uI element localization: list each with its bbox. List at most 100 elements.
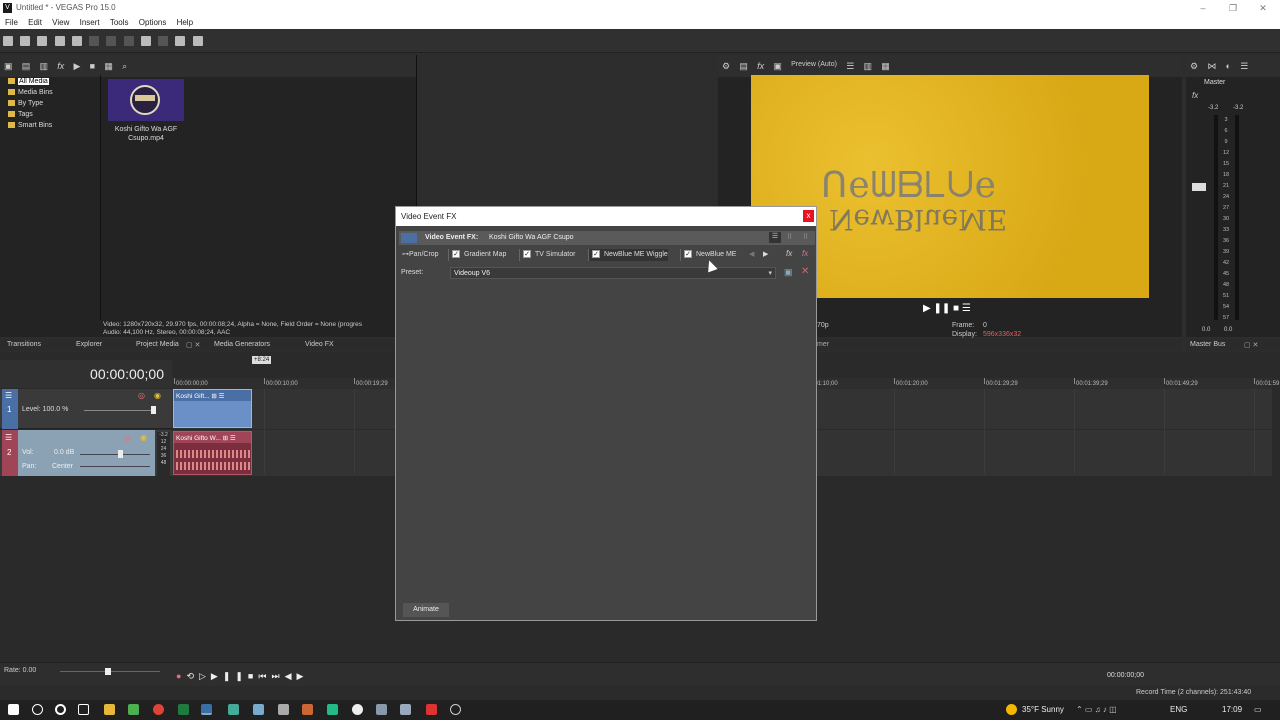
vol-slider[interactable] [80, 454, 150, 455]
fx-tab-tv-simulator[interactable]: ✓ TV Simulator [519, 249, 575, 261]
split-screen-icon[interactable]: ▣ [773, 61, 782, 72]
copy-snapshot-icon[interactable]: ▥ [864, 61, 873, 72]
preset-dropdown[interactable]: Videoup V6 ▾ [450, 267, 776, 279]
task-view-icon[interactable] [78, 704, 89, 715]
cut-icon[interactable] [89, 36, 100, 46]
play-media-icon[interactable]: ▶ [74, 61, 81, 72]
preview-stop-icon[interactable]: ■ [953, 303, 959, 314]
app-icon-9[interactable] [400, 704, 411, 715]
fx-tab-newblue-me[interactable]: ✓ NewBlue ME [680, 249, 736, 261]
undo-icon[interactable] [140, 36, 151, 46]
search-media-icon[interactable]: ⌕ [122, 61, 127, 72]
new-project-icon[interactable] [3, 36, 13, 46]
go-to-end-icon[interactable]: ⏭ [271, 671, 284, 681]
master-fx-icon[interactable]: fx [1192, 91, 1198, 100]
menu-tools[interactable]: Tools [110, 16, 129, 29]
remove-media-icon[interactable]: ▥ [40, 61, 49, 72]
app-icon-3[interactable] [253, 704, 264, 715]
video-event-clip[interactable]: Koshi Gift... ⊞ ☰ [173, 389, 252, 428]
menu-file[interactable]: File [5, 16, 18, 29]
tab-media-generators[interactable]: Media Generators [214, 341, 270, 348]
loop-icon[interactable]: ⟲ [186, 671, 199, 681]
audio-track-menu-icon[interactable]: ☰ [5, 433, 12, 442]
paste-icon[interactable] [123, 36, 134, 46]
chrome-icon[interactable] [153, 704, 164, 715]
properties-gear-icon[interactable] [71, 36, 82, 46]
app-icon-10[interactable] [426, 704, 437, 715]
windows-start-icon[interactable] [8, 704, 19, 715]
level-slider-handle[interactable] [151, 406, 156, 414]
audio-track-solo-icon[interactable]: ◉ [140, 433, 147, 442]
stop-media-icon[interactable]: ■ [90, 61, 95, 71]
vegas-taskbar-icon[interactable] [201, 704, 212, 715]
app-icon-7[interactable] [352, 704, 363, 715]
tab-project-media[interactable]: Project Media [136, 341, 179, 348]
tree-item-tags[interactable]: Tags [8, 109, 98, 120]
import-media-icon[interactable]: ▣ [4, 61, 13, 72]
track-fx-icon[interactable]: ◎ [138, 391, 145, 400]
record-icon[interactable]: ● [176, 671, 186, 681]
stop-icon[interactable]: ■ [248, 671, 258, 681]
track-solo-icon[interactable]: ◉ [154, 391, 161, 400]
app-icon-2[interactable] [228, 704, 239, 715]
tab-master-bus[interactable]: Master Bus [1190, 341, 1225, 348]
master-menu-icon[interactable]: ☰ [1240, 61, 1248, 72]
tab-close-icon[interactable]: ▢ ✕ [1244, 341, 1258, 349]
weather-text[interactable]: 35°F Sunny [1022, 705, 1064, 714]
preview-play-icon[interactable]: ▶ [923, 303, 931, 314]
master-fader-handle[interactable] [1192, 183, 1206, 191]
newblue-me-checkbox[interactable]: ✓ [684, 250, 692, 259]
fx-tab-gradient-map[interactable]: ✓ Gradient Map [448, 249, 506, 261]
play-from-start-icon[interactable]: ▷ [199, 671, 211, 681]
close-window-button[interactable]: ✕ [1256, 2, 1270, 14]
tree-item-media-bins[interactable]: Media Bins [8, 87, 98, 98]
overlays-icon[interactable]: ☰ [846, 61, 854, 72]
newblue-wiggle-checkbox[interactable]: ✓ [592, 250, 600, 259]
video-track-menu-icon[interactable]: ☰ [5, 391, 12, 400]
tree-item-smart-bins[interactable]: Smart Bins [8, 120, 98, 131]
save-snapshot-icon[interactable]: ▦ [881, 61, 890, 72]
tree-item-by-type[interactable]: By Type [8, 98, 98, 109]
tab-trimmer-fragment[interactable]: mer [817, 341, 829, 348]
animate-button[interactable]: Animate [403, 603, 449, 617]
fx-grid-icon[interactable]: ⠿ [787, 233, 792, 241]
preview-fx-icon[interactable]: fx [757, 61, 764, 71]
tv-simulator-checkbox[interactable]: ✓ [523, 250, 531, 259]
preview-quality-dropdown[interactable]: Preview (Auto) [791, 61, 837, 68]
open-icon[interactable] [20, 36, 31, 46]
remove-plugin-icon[interactable]: fx [802, 249, 808, 258]
app-icon-4[interactable] [278, 704, 289, 715]
dialog-close-button[interactable]: x [803, 210, 814, 222]
rate-slider-handle[interactable] [105, 668, 111, 675]
tab-explorer[interactable]: Explorer [76, 341, 102, 348]
tab-transitions[interactable]: Transitions [7, 341, 41, 348]
pan-slider[interactable] [80, 466, 150, 467]
go-to-start-icon[interactable]: ⏮ [258, 671, 271, 681]
dim-icon[interactable]: ◐ [1226, 61, 1231, 71]
tab-scroll-left-icon[interactable]: ◀ [749, 250, 754, 258]
media-fx-icon[interactable]: fx [57, 61, 64, 71]
capture-icon[interactable]: ▤ [22, 61, 31, 72]
tab-scroll-right-icon[interactable]: ▶ [763, 250, 768, 258]
timeline-timecode[interactable]: 00:00:00;00 [90, 366, 164, 382]
language-indicator[interactable]: ENG [1170, 705, 1187, 714]
app-icon-8[interactable] [376, 704, 387, 715]
audio-track-fx-icon[interactable]: ◎ [124, 433, 131, 442]
views-icon[interactable]: ▦ [104, 61, 113, 72]
level-slider[interactable] [84, 410, 156, 411]
menu-view[interactable]: View [52, 16, 69, 29]
pause-icon[interactable]: ❚❚ [223, 671, 248, 681]
downmix-icon[interactable]: ⋈ [1207, 61, 1216, 72]
restore-button[interactable]: ❐ [1226, 2, 1240, 14]
tree-item-all-media[interactable]: All Media [8, 76, 98, 87]
tray-icons[interactable]: ⌃ ▭ ♫ ♪ ◫ [1076, 705, 1117, 714]
fx-grid2-icon[interactable]: ⠿ [803, 233, 808, 241]
app-icon-11[interactable] [450, 704, 461, 715]
preview-menu-icon[interactable]: ☰ [962, 303, 971, 314]
fx-tab-pan-crop[interactable]: ⊶Pan/Crop [399, 249, 439, 261]
clock[interactable]: 17:09 [1222, 705, 1242, 714]
app-icon-6[interactable] [327, 704, 338, 715]
tab-video-fx[interactable]: Video FX [305, 341, 334, 348]
menu-options[interactable]: Options [139, 16, 167, 29]
save-as-icon[interactable] [54, 36, 65, 46]
